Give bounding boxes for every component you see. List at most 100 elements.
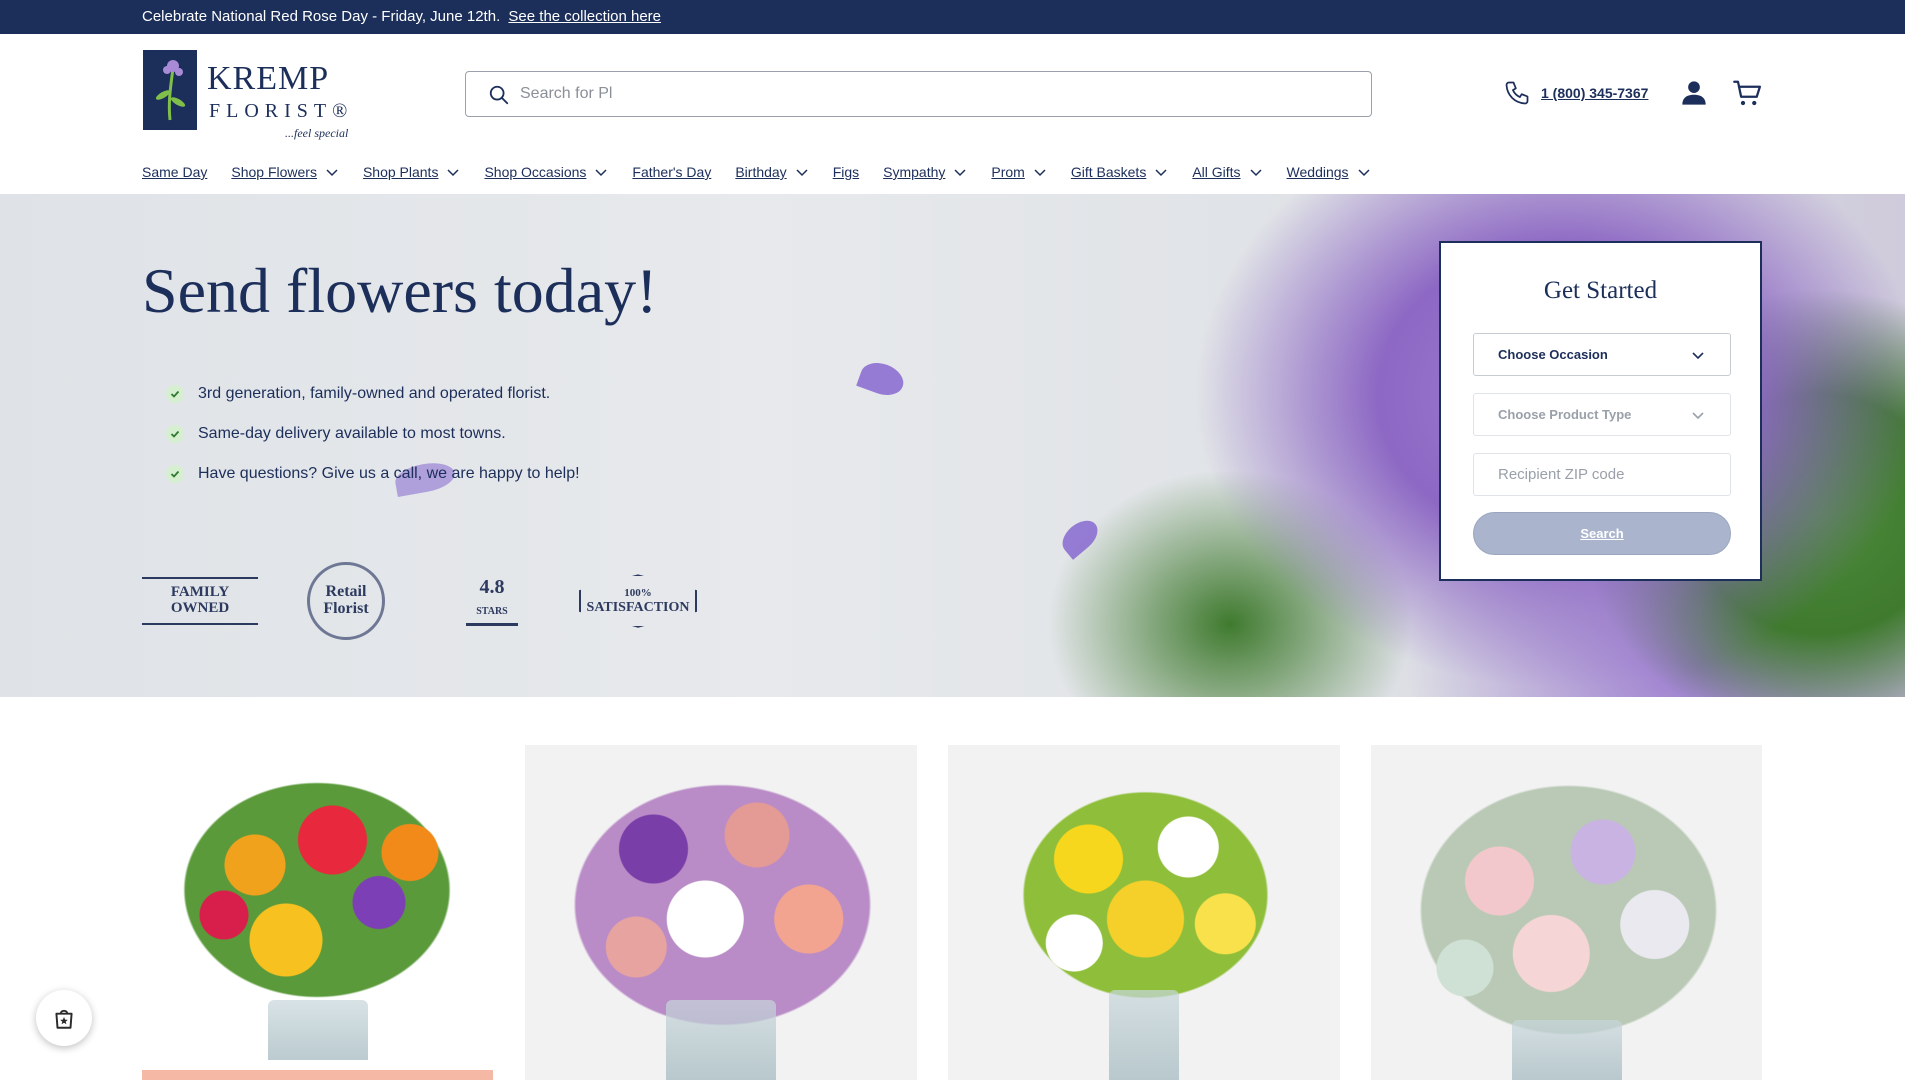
chevron-down-icon bbox=[796, 169, 808, 177]
product-image bbox=[162, 765, 472, 1015]
chevron-down-icon bbox=[326, 169, 338, 177]
nav-item-label: Figs bbox=[832, 164, 860, 180]
badge-retail-florist-text: Retail Florist bbox=[307, 562, 385, 640]
nav-item[interactable]: Gift Baskets bbox=[1071, 164, 1168, 180]
product-image bbox=[1003, 775, 1288, 1015]
phone-contact: 1 (800) 345-7367 bbox=[1503, 79, 1648, 107]
vase-image bbox=[1511, 1020, 1622, 1080]
check-icon bbox=[166, 465, 184, 483]
nav-item[interactable]: Shop Plants bbox=[363, 164, 461, 180]
nav-item[interactable]: Father's Day bbox=[632, 164, 711, 180]
chevron-down-icon bbox=[1034, 169, 1046, 177]
benefit-item: Have questions? Give us a call, we are h… bbox=[166, 454, 580, 494]
nav-item[interactable]: Same Day bbox=[142, 164, 207, 180]
nav-item[interactable]: Sympathy bbox=[883, 164, 967, 180]
search-input[interactable] bbox=[520, 80, 1340, 108]
chevron-down-icon bbox=[1250, 169, 1262, 177]
benefit-text: Have questions? Give us a call, we are h… bbox=[198, 465, 580, 482]
nav-item-label: Shop Occasions bbox=[484, 164, 587, 180]
chevron-down-icon bbox=[954, 169, 966, 177]
chevron-down-icon bbox=[1692, 411, 1704, 419]
nav-item-label: Father's Day bbox=[632, 164, 712, 180]
search-bar bbox=[465, 71, 1372, 117]
check-icon bbox=[166, 425, 184, 443]
nav-item[interactable]: All Gifts bbox=[1192, 164, 1262, 180]
trust-badges: FAMILY OWNED Retail Florist 4.8 STARS 100%… bbox=[142, 562, 698, 640]
nav-item-label: Prom bbox=[991, 164, 1025, 180]
benefit-text: 3rd generation, family-owned and operate… bbox=[198, 385, 551, 402]
badge-family-owned: FAMILY OWNED bbox=[142, 564, 258, 638]
phone-number-link[interactable]: 1 (800) 345-7367 bbox=[1541, 85, 1648, 101]
main-nav: Same Day Shop Flowers Shop Plants Shop Occa… bbox=[142, 162, 1395, 182]
chevron-down-icon bbox=[1358, 169, 1370, 177]
occasion-select-label: Choose Occasion bbox=[1498, 347, 1608, 362]
vase-image bbox=[666, 1000, 776, 1080]
nav-item[interactable]: Shop Flowers bbox=[231, 164, 339, 180]
nav-item[interactable]: Birthday bbox=[735, 164, 808, 180]
announcement-content: Celebrate National Red Rose Day - Friday… bbox=[142, 8, 661, 25]
nav-item[interactable]: Figs bbox=[833, 164, 859, 180]
product-type-select[interactable]: Choose Product Type bbox=[1473, 393, 1731, 436]
benefit-text: Same-day delivery available to most town… bbox=[198, 425, 506, 442]
hero-petal-decoration bbox=[1056, 514, 1104, 560]
nav-item-label: Shop Flowers bbox=[231, 164, 317, 180]
get-started-panel: Get Started Choose Occasion Choose Produ… bbox=[1439, 241, 1762, 581]
nav-item-label: Same Day bbox=[142, 164, 208, 180]
logo-tagline: ...feel special bbox=[285, 126, 349, 140]
vase-image bbox=[267, 1000, 368, 1060]
badge-satisfaction: 100% SATISFACTION bbox=[578, 564, 698, 638]
hero-benefits-list: 3rd generation, family-owned and operate… bbox=[166, 374, 580, 494]
badge-retail-florist: Retail Florist bbox=[288, 562, 404, 640]
nav-item[interactable]: Shop Occasions bbox=[484, 164, 608, 180]
phone-icon bbox=[1505, 81, 1529, 105]
hero-title: Send flowers today! bbox=[142, 255, 658, 326]
site-header: KREMP FLORIST® ...feel special 1 (800) 3… bbox=[0, 34, 1905, 194]
hero-petal-decoration bbox=[856, 357, 908, 401]
nav-item-label: Gift Baskets bbox=[1070, 164, 1147, 180]
get-started-title: Get Started bbox=[1543, 277, 1658, 304]
chevron-down-icon bbox=[1155, 169, 1167, 177]
shopping-bag-icon bbox=[55, 1009, 73, 1029]
announcement-link[interactable]: See the collection here bbox=[508, 8, 661, 25]
chevron-down-icon bbox=[595, 169, 607, 177]
nav-item[interactable]: Prom bbox=[991, 164, 1046, 180]
badge-rating: 4.8 STARS bbox=[434, 564, 550, 638]
brand-logo[interactable]: KREMP FLORIST® ...feel special bbox=[143, 50, 353, 142]
hero-banner: Send flowers today! 3rd generation, fami… bbox=[0, 194, 1905, 697]
zip-code-input[interactable] bbox=[1473, 453, 1731, 496]
card-accent-bar bbox=[142, 1070, 493, 1080]
nav-item-label: Shop Plants bbox=[362, 164, 439, 180]
nav-item-label: Birthday bbox=[735, 164, 787, 180]
nav-item-label: Weddings bbox=[1286, 164, 1349, 180]
check-icon bbox=[166, 385, 184, 403]
cart-icon[interactable] bbox=[1733, 78, 1763, 108]
benefit-item: Same-day delivery available to most town… bbox=[166, 414, 580, 454]
badge-family-owned-text: FAMILY OWNED bbox=[142, 577, 258, 625]
product-card[interactable] bbox=[948, 745, 1340, 1080]
chevron-down-icon bbox=[447, 169, 459, 177]
badge-satisfaction-text: 100% SATISFACTION bbox=[578, 574, 698, 628]
floating-shop-button[interactable] bbox=[36, 990, 92, 1046]
nav-item-label: Sympathy bbox=[883, 164, 946, 180]
chevron-down-icon bbox=[1692, 351, 1704, 359]
product-card[interactable] bbox=[525, 745, 917, 1080]
nav-item[interactable]: Weddings bbox=[1287, 164, 1371, 180]
product-image bbox=[1396, 765, 1741, 1055]
announcement-text: Celebrate National Red Rose Day - Friday… bbox=[142, 8, 501, 25]
account-icon[interactable] bbox=[1680, 78, 1708, 108]
product-card[interactable] bbox=[142, 745, 493, 1080]
logo-name-top: KREMP bbox=[207, 60, 330, 97]
benefit-item: 3rd generation, family-owned and operate… bbox=[166, 374, 580, 414]
announcement-bar: Celebrate National Red Rose Day - Friday… bbox=[0, 0, 1905, 34]
logo-name-bottom: FLORIST® bbox=[209, 100, 354, 122]
logo-flower-icon bbox=[143, 50, 197, 130]
search-icon bbox=[489, 85, 509, 105]
occasion-select[interactable]: Choose Occasion bbox=[1473, 333, 1731, 376]
product-type-select-label: Choose Product Type bbox=[1498, 407, 1632, 422]
nav-item-label: All Gifts bbox=[1192, 164, 1241, 180]
vase-image bbox=[1109, 990, 1179, 1080]
product-card[interactable] bbox=[1371, 745, 1762, 1080]
badge-rating-text: 4.8 STARS bbox=[466, 576, 518, 626]
search-button[interactable]: Search bbox=[1473, 512, 1731, 555]
product-grid bbox=[142, 745, 1762, 1080]
